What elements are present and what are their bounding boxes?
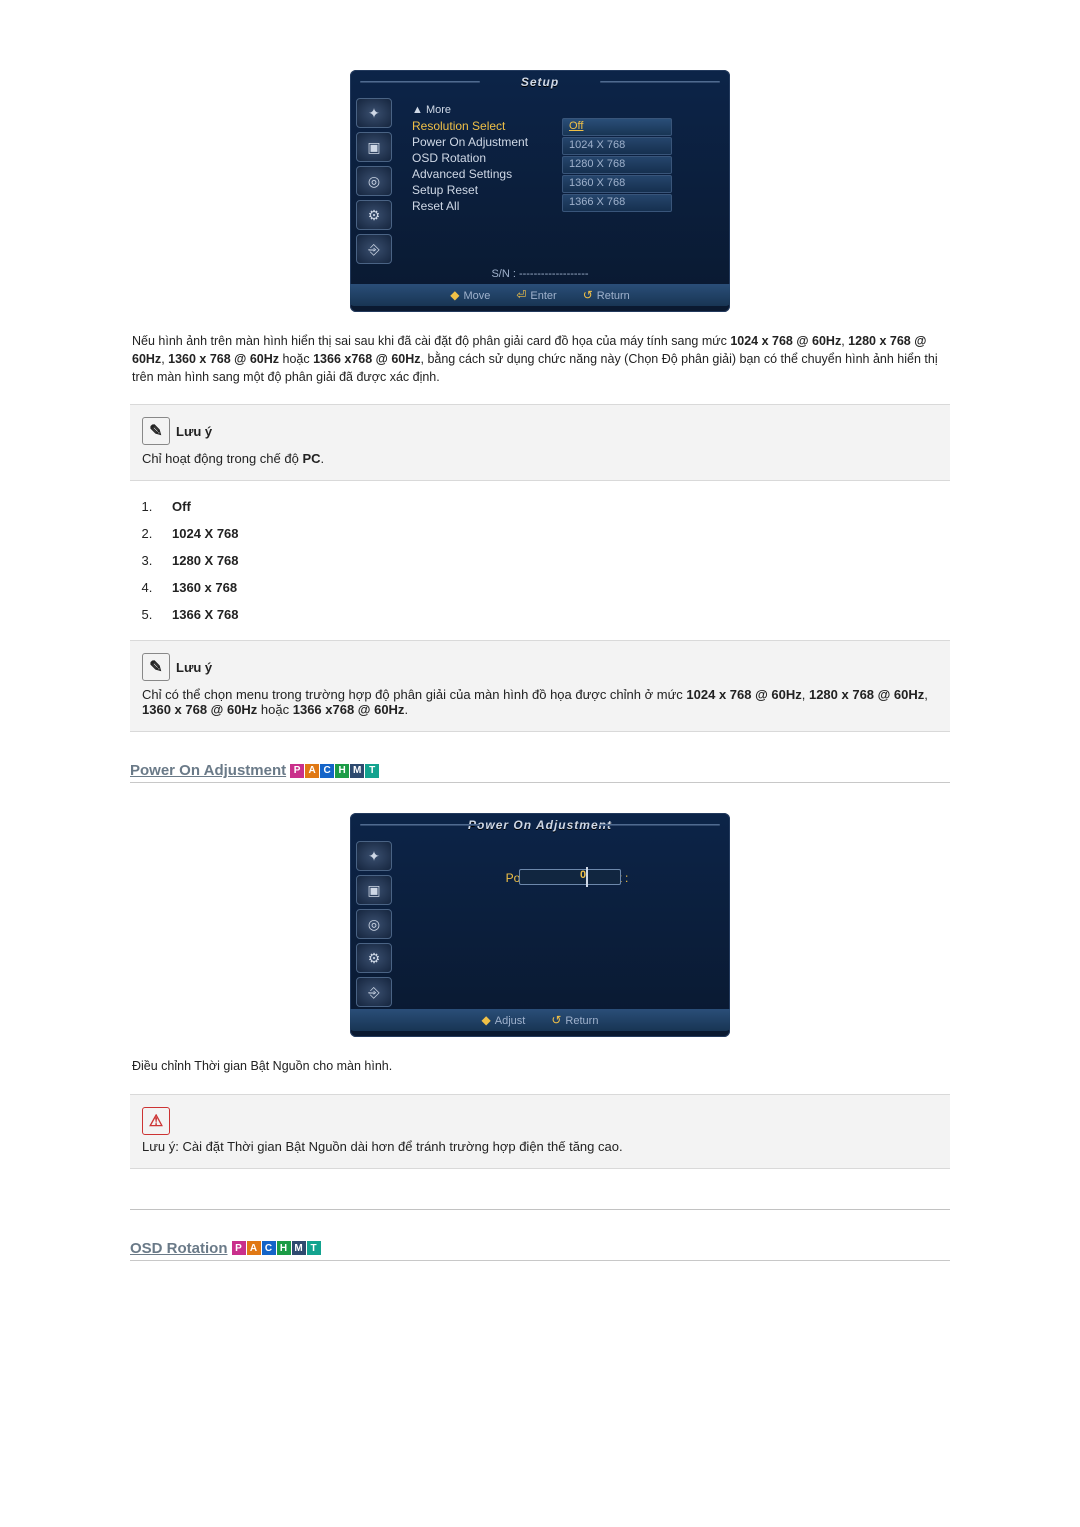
power-on-value: 0: [580, 869, 586, 881]
note-box-pc-only: ✎ Lưu ý Chỉ hoạt động trong chế độ PC.: [130, 404, 950, 481]
osd-menu-osd-rotation[interactable]: OSD Rotation: [412, 150, 562, 166]
note-icon: ✎: [142, 653, 170, 681]
note-icon: ✎: [142, 417, 170, 445]
osd-menu-resolution-select[interactable]: Resolution Select: [412, 118, 562, 134]
osd-footer: ◆Adjust ↺Return: [350, 1009, 730, 1031]
mode-badges: P A C H M T: [290, 764, 379, 778]
osd-footer-enter: ⏎Enter: [516, 288, 556, 302]
badge-c: C: [262, 1241, 276, 1255]
gear-icon[interactable]: ⚙: [356, 200, 392, 230]
note-title: Lưu ý: [176, 424, 212, 439]
osd-footer-return: ↺Return: [583, 288, 630, 302]
osd-sidebar: ✦ ▣ ◎ ⚙ ⎆: [356, 841, 398, 1007]
badge-h: H: [277, 1241, 291, 1255]
osd-value-1024[interactable]: 1024 X 768: [562, 137, 672, 155]
osd-value-1360[interactable]: 1360 X 768: [562, 175, 672, 193]
osd-footer: ◆Move ⏎Enter ↺Return: [350, 284, 730, 306]
power-on-slider[interactable]: 0: [519, 869, 621, 885]
osd-menu: ▲ More Resolution Select Power On Adjust…: [412, 98, 562, 214]
osd-value-1280[interactable]: 1280 X 768: [562, 156, 672, 174]
image-icon[interactable]: ▣: [356, 132, 392, 162]
badge-a: A: [305, 764, 319, 778]
list-item: 1360 x 768: [156, 580, 950, 595]
badge-t: T: [307, 1241, 321, 1255]
badge-a: A: [247, 1241, 261, 1255]
section-heading-osd-rotation: OSD Rotation P A C H M T: [130, 1240, 950, 1261]
badge-p: P: [290, 764, 304, 778]
power-on-description: Điều chỉnh Thời gian Bật Nguồn cho màn h…: [132, 1057, 948, 1075]
osd-value-list: Off 1024 X 768 1280 X 768 1360 X 768 136…: [562, 98, 672, 213]
warning-body: Lưu ý: Cài đặt Thời gian Bật Nguồn dài h…: [142, 1139, 938, 1154]
list-item: 1280 X 768: [156, 553, 950, 568]
note-body: Chỉ có thể chọn menu trong trường hợp độ…: [142, 687, 938, 717]
osd-menu-reset-all[interactable]: Reset All: [412, 198, 562, 214]
osd-footer-move: ◆Move: [450, 288, 490, 302]
osd-power-on-panel: Power On Adjustment ✦ ▣ ◎ ⚙ ⎆ Power On A…: [350, 813, 730, 1037]
list-item: 1366 X 768: [156, 607, 950, 622]
osd-menu-power-on-adjustment[interactable]: Power On Adjustment: [412, 134, 562, 150]
osd-title: Power On Adjustment: [350, 813, 730, 837]
input-icon[interactable]: ⎆: [356, 234, 392, 264]
osd-serial-number: S/N : -------------------: [350, 264, 730, 282]
target-icon[interactable]: ◎: [356, 166, 392, 196]
osd-footer-adjust: ◆Adjust: [482, 1013, 526, 1027]
palette-icon[interactable]: ✦: [356, 98, 392, 128]
osd-footer-return: ↺Return: [551, 1013, 598, 1027]
section-heading-power-on: Power On Adjustment P A C H M T: [130, 762, 950, 783]
input-icon[interactable]: ⎆: [356, 977, 392, 1007]
gear-icon[interactable]: ⚙: [356, 943, 392, 973]
note-title: Lưu ý: [176, 660, 212, 675]
badge-m: M: [292, 1241, 306, 1255]
osd-setup-panel: Setup ✦ ▣ ◎ ⚙ ⎆ ▲ More Resolution Select…: [350, 70, 730, 312]
osd-value-1366[interactable]: 1366 X 768: [562, 194, 672, 212]
badge-t: T: [365, 764, 379, 778]
mode-badges: P A C H M T: [232, 1241, 321, 1255]
warning-icon: ⚠: [142, 1107, 170, 1135]
osd-sidebar: ✦ ▣ ◎ ⚙ ⎆: [356, 98, 398, 264]
badge-h: H: [335, 764, 349, 778]
palette-icon[interactable]: ✦: [356, 841, 392, 871]
osd-menu-setup-reset[interactable]: Setup Reset: [412, 182, 562, 198]
osd-title: Setup: [350, 70, 730, 94]
badge-c: C: [320, 764, 334, 778]
badge-m: M: [350, 764, 364, 778]
note-box-resolution-condition: ✎ Lưu ý Chỉ có thể chọn menu trong trườn…: [130, 640, 950, 732]
osd-menu-more[interactable]: ▲ More: [412, 102, 562, 118]
target-icon[interactable]: ◎: [356, 909, 392, 939]
image-icon[interactable]: ▣: [356, 875, 392, 905]
divider: [130, 1209, 950, 1210]
osd-value-off[interactable]: Off: [562, 118, 672, 136]
list-item: 1024 X 768: [156, 526, 950, 541]
warning-box-power-on: ⚠ Lưu ý: Cài đặt Thời gian Bật Nguồn dài…: [130, 1094, 950, 1169]
badge-p: P: [232, 1241, 246, 1255]
note-body: Chỉ hoạt động trong chế độ PC.: [142, 451, 938, 466]
resolution-option-list: Off 1024 X 768 1280 X 768 1360 x 768 136…: [156, 499, 950, 622]
list-item: Off: [156, 499, 950, 514]
intro-paragraph: Nếu hình ảnh trên màn hình hiển thị sai …: [132, 332, 948, 386]
osd-menu-advanced-settings[interactable]: Advanced Settings: [412, 166, 562, 182]
